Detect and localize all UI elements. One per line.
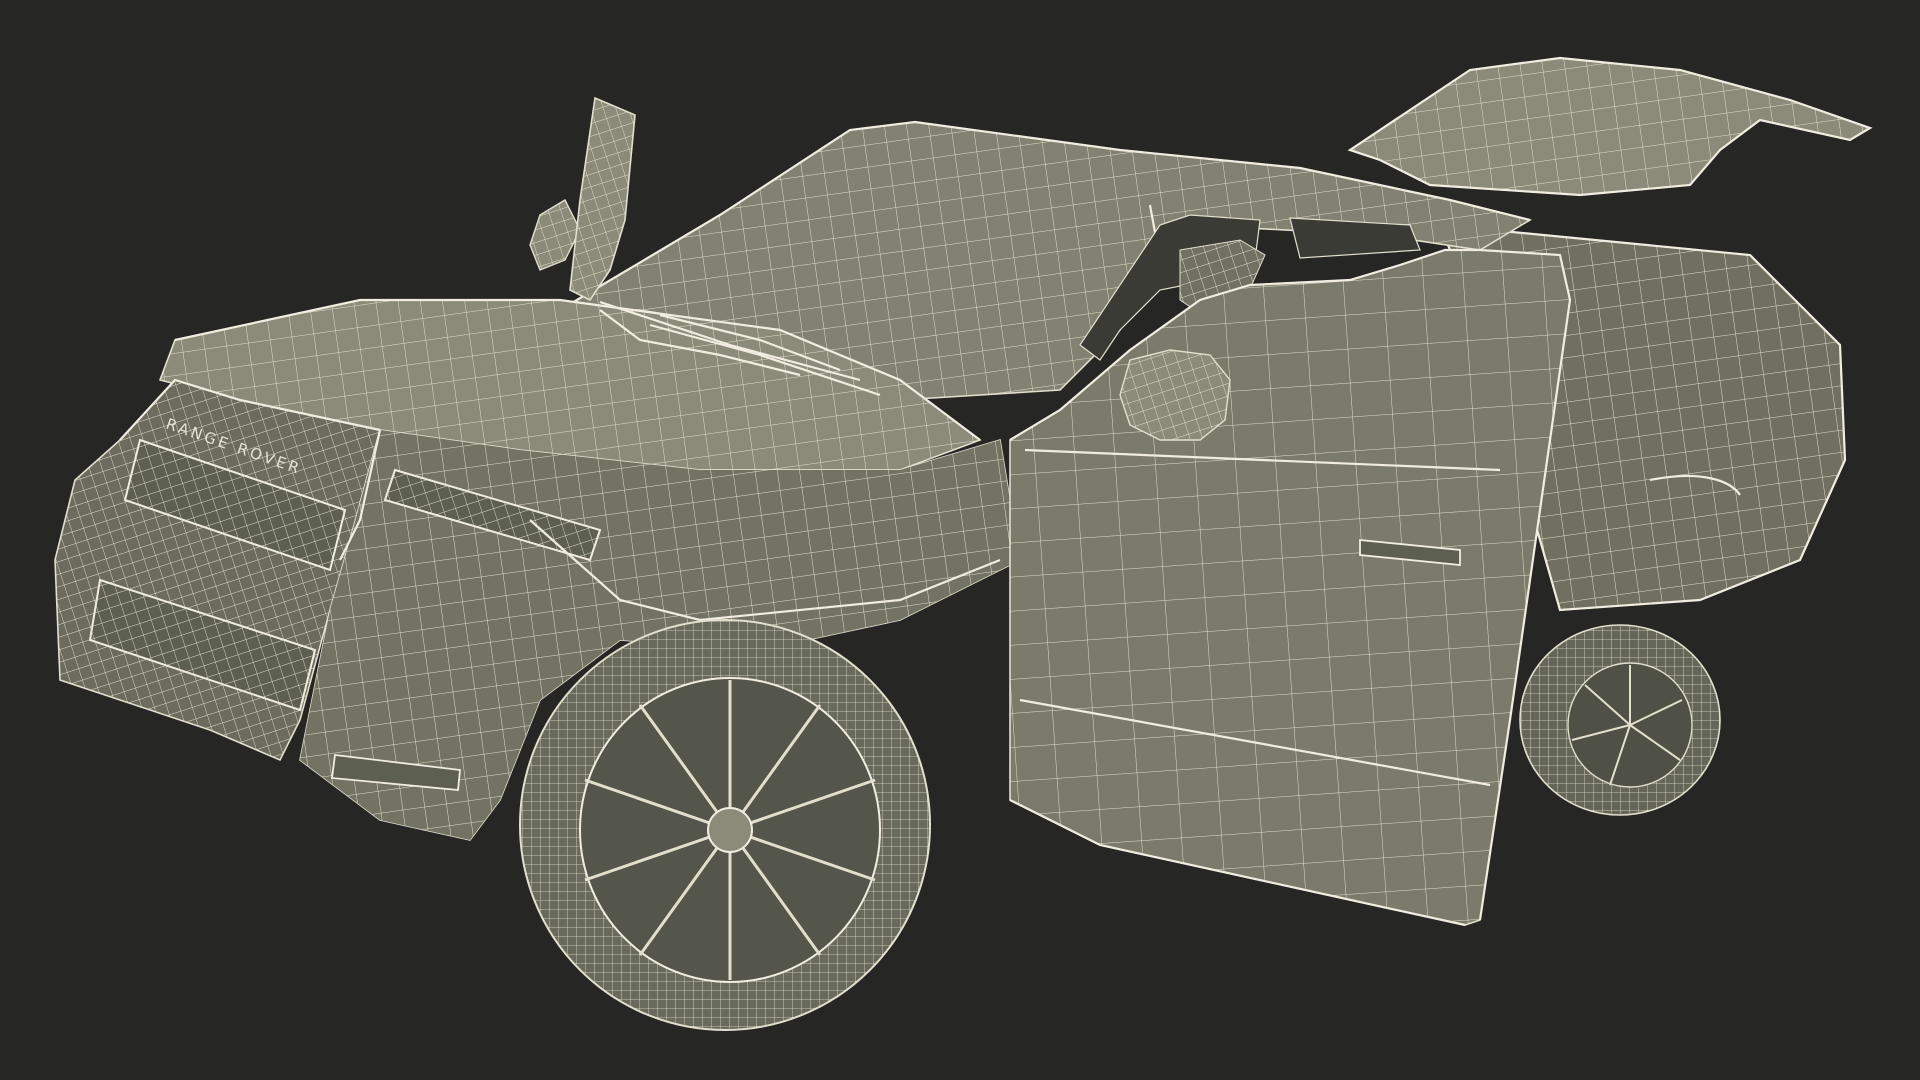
front-wheel [519,619,931,1031]
left-mirror [529,96,636,302]
right-mirror [1119,349,1231,441]
wireframe-scene: RANGE ROVER [54,56,1873,1031]
viewport[interactable]: RANGE ROVER [0,0,1920,1080]
tailgate [1347,56,1873,197]
rear-wheel [1519,624,1721,816]
wheel-hub [707,807,753,853]
